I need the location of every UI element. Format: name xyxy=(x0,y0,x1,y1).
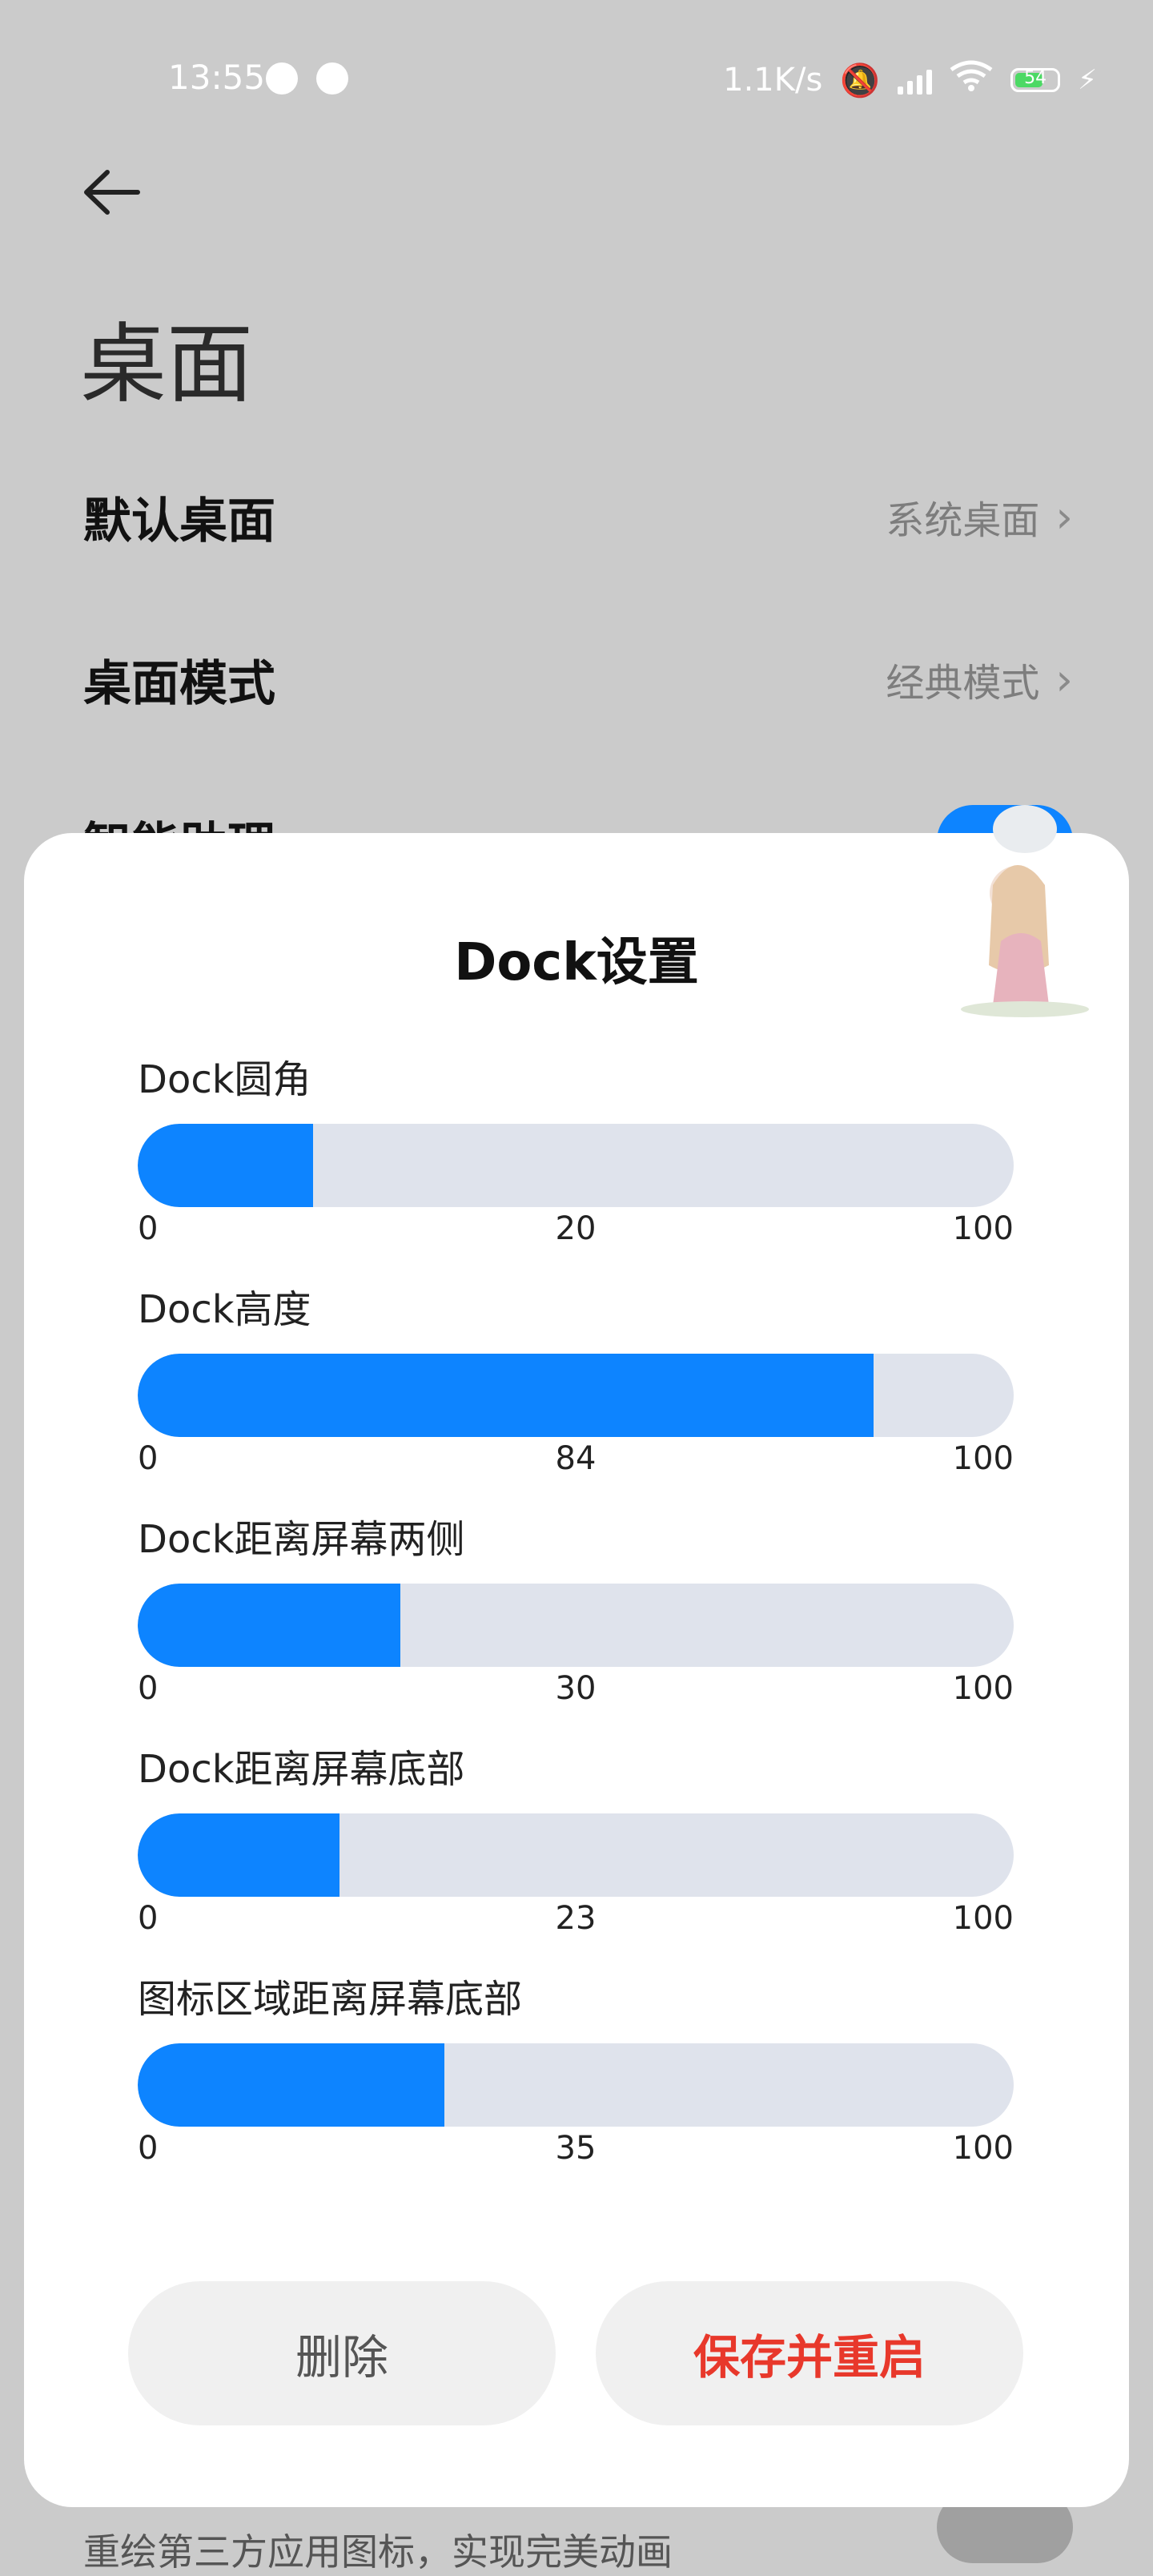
setting-row-default-desktop[interactable]: 默认桌面 系统桌面 › xyxy=(83,469,1073,565)
slider-fill xyxy=(138,1584,401,1667)
slider-fill xyxy=(138,2043,444,2127)
slider-max: 100 xyxy=(952,1440,1014,1477)
slider-value: 35 xyxy=(555,2130,597,2167)
slider-min: 0 xyxy=(138,1670,159,1707)
slider-icon-area-bottom-margin: 图标区域距离屏幕底部 0 35 100 xyxy=(138,1973,1014,2178)
slider-min: 0 xyxy=(138,1440,159,1477)
wifi-icon xyxy=(950,60,993,100)
status-time: 13:55 xyxy=(168,58,266,97)
slider-max: 100 xyxy=(952,1900,1014,1937)
setting-description: 重绘第三方应用图标，实现完美动画 xyxy=(83,2530,673,2574)
slider-fill xyxy=(138,1124,313,1207)
app-notification-icon xyxy=(316,62,348,95)
app-notification-icon xyxy=(266,62,298,95)
slider-dock-height: Dock高度 0 84 100 xyxy=(138,1283,1014,1488)
signal-icon xyxy=(898,66,933,95)
slider-label: Dock距离屏幕两侧 xyxy=(138,1517,465,1562)
slider-dock-corner: Dock圆角 0 20 100 xyxy=(138,1053,1014,1258)
slider-dock-bottom-margin: Dock距离屏幕底部 0 23 100 xyxy=(138,1743,1014,1948)
network-speed: 1.1K/s xyxy=(723,62,823,99)
slider-min: 0 xyxy=(138,1900,159,1937)
slider-value: 23 xyxy=(555,1900,597,1937)
slider-track[interactable] xyxy=(138,1124,1014,1207)
slider-track[interactable] xyxy=(138,2043,1014,2127)
slider-track[interactable] xyxy=(138,1354,1014,1437)
setting-label: 桌面模式 xyxy=(83,655,275,712)
slider-label: Dock高度 xyxy=(138,1287,311,1332)
slider-track[interactable] xyxy=(138,1584,1014,1667)
setting-value: 系统桌面 › xyxy=(886,491,1073,544)
slider-label: Dock圆角 xyxy=(138,1057,311,1102)
slider-value: 30 xyxy=(555,1670,597,1707)
save-and-restart-button[interactable]: 保存并重启 xyxy=(596,2281,1023,2425)
slider-fill xyxy=(138,1813,339,1897)
slider-min: 0 xyxy=(138,1210,159,1247)
chevron-right-icon: › xyxy=(1055,491,1073,542)
slider-track[interactable] xyxy=(138,1813,1014,1897)
slider-max: 100 xyxy=(952,1670,1014,1707)
slider-min: 0 xyxy=(138,2130,159,2167)
mascot-illustration xyxy=(937,781,1113,1021)
delete-button[interactable]: 删除 xyxy=(128,2281,556,2425)
mute-icon: 🔕 xyxy=(840,62,881,99)
chevron-right-icon: › xyxy=(1055,654,1073,705)
slider-max: 100 xyxy=(952,2130,1014,2167)
back-arrow-icon[interactable] xyxy=(80,164,144,220)
charging-icon: ⚡ xyxy=(1078,64,1097,96)
slider-fill xyxy=(138,1354,874,1437)
slider-label: 图标区域距离屏幕底部 xyxy=(138,1977,523,2022)
setting-value: 经典模式 › xyxy=(886,654,1073,706)
setting-row-desktop-mode[interactable]: 桌面模式 经典模式 › xyxy=(83,631,1073,727)
slider-dock-side-margin: Dock距离屏幕两侧 0 30 100 xyxy=(138,1513,1014,1718)
slider-label: Dock距离屏幕底部 xyxy=(138,1747,465,1792)
slider-max: 100 xyxy=(952,1210,1014,1247)
page-title: 桌面 xyxy=(80,315,254,415)
dock-settings-dialog: Dock设置 Dock圆角 0 20 100 Dock高度 0 84 100 D… xyxy=(24,833,1129,2507)
slider-value: 84 xyxy=(555,1440,597,1477)
setting-label: 默认桌面 xyxy=(83,493,275,549)
status-bar: 13:55 1.1K/s 🔕 54 ⚡ xyxy=(0,0,1153,160)
battery-icon: 54 xyxy=(1010,68,1061,92)
slider-value: 20 xyxy=(555,1210,597,1247)
